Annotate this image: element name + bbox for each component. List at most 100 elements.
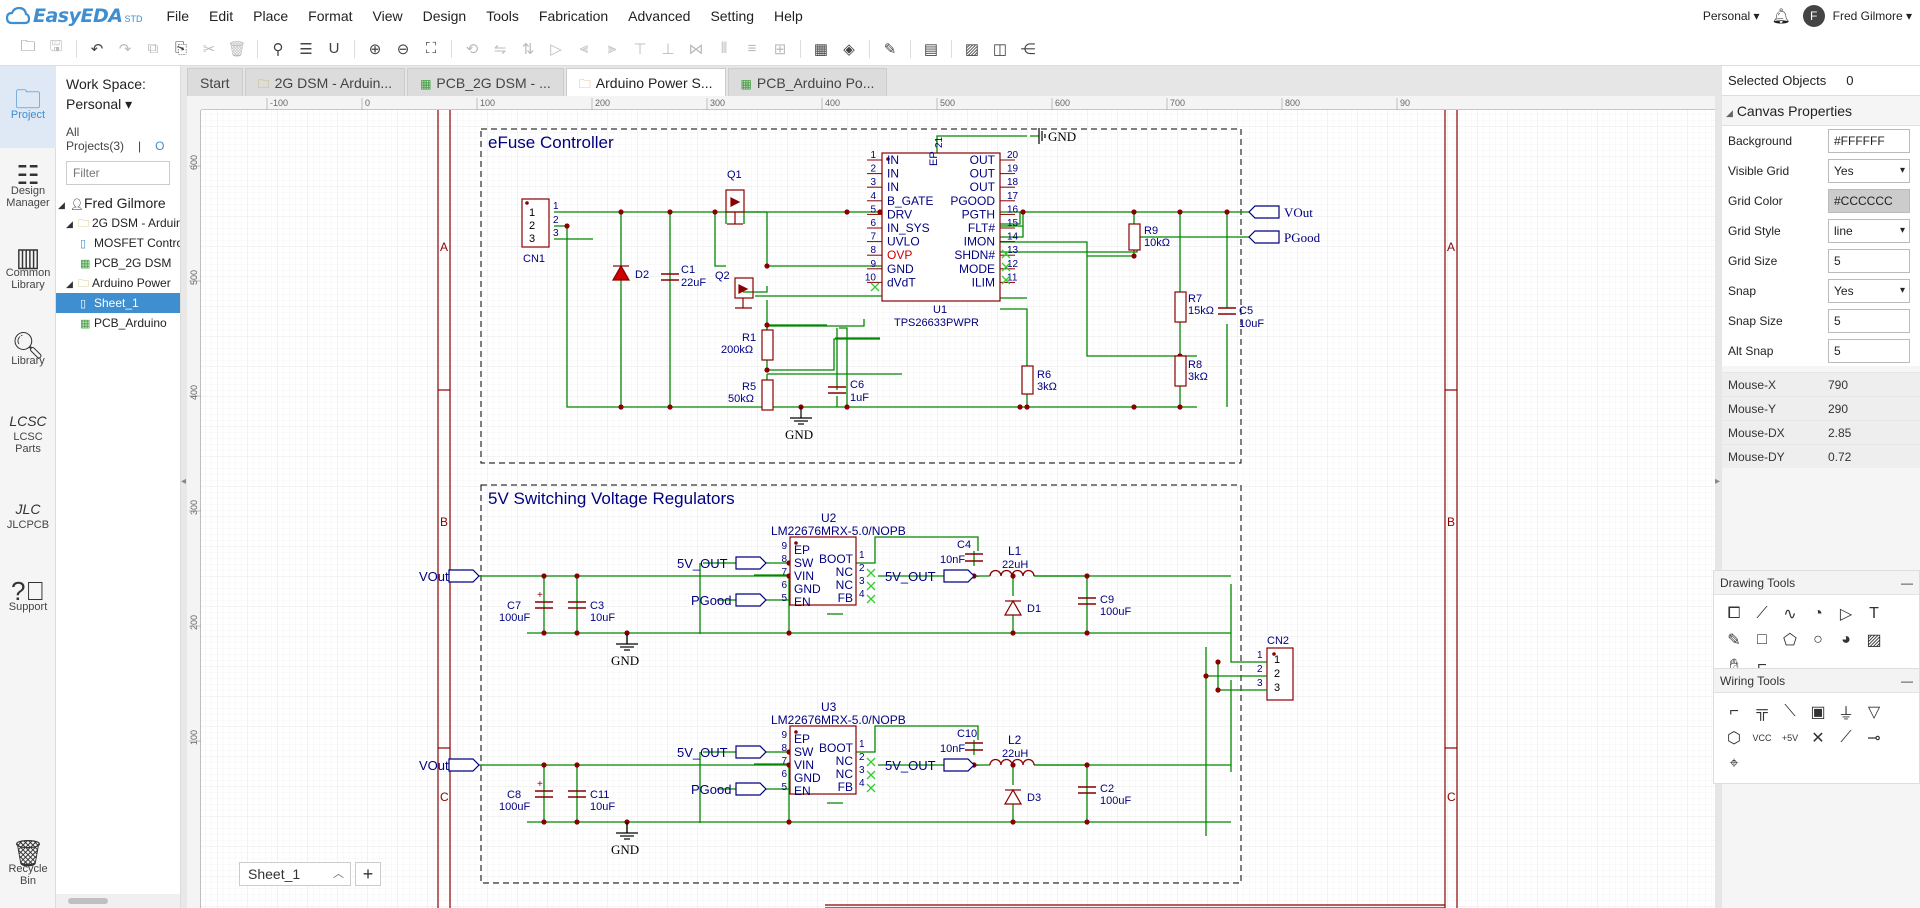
delete-icon[interactable]: 🗑︎ (223, 35, 251, 63)
nav-recycle-bin[interactable]: 🗑︎ Recycle Bin (0, 830, 56, 904)
ellipse-icon[interactable]: ○ (1804, 627, 1832, 653)
prop-value-2[interactable]: #CCCCCC (1828, 189, 1910, 213)
cut-icon[interactable]: ✂ (195, 35, 223, 63)
netlist-icon[interactable]: ✎ (876, 35, 904, 63)
pie-icon[interactable]: ◕ (1832, 627, 1860, 653)
menu-advanced[interactable]: Advanced (618, 0, 700, 32)
flip-h-icon[interactable]: ⇋ (486, 35, 514, 63)
arc-icon[interactable]: ◔ (1804, 601, 1832, 627)
image-icon[interactable]: ▨ (958, 35, 986, 63)
tree-project-arduino[interactable]: ◢ 🗀 Arduino Power (56, 273, 180, 293)
tree-sheet-1[interactable]: ▯ Sheet_1 (56, 293, 180, 313)
prop-value-1[interactable]: Yes ▾ (1828, 159, 1910, 183)
search-icon[interactable]: ⚲ (264, 35, 292, 63)
menu-setting[interactable]: Setting (700, 0, 764, 32)
nav-lcsc-parts[interactable]: LCSC LCSC Parts (0, 394, 56, 476)
tab-2g-dsm-arduino[interactable]: 🗀 2G DSM - Arduin... (244, 68, 406, 96)
text-format-icon[interactable]: U (320, 35, 348, 63)
bezier-icon[interactable]: ∿ (1776, 601, 1804, 627)
schematic-canvas[interactable]: -100 0 100 200 300 400 500 600 700 800 90 600 500 40… (187, 96, 1715, 908)
easyeda-logo[interactable]: EasyEDA STD (0, 0, 142, 32)
polyline-icon[interactable]: ⟋ (1748, 601, 1776, 627)
align-top-icon[interactable]: ⊤ (626, 35, 654, 63)
align-bottom-icon[interactable]: ⊥ (654, 35, 682, 63)
find-replace-icon[interactable]: ☰ (292, 35, 320, 63)
align-center-icon[interactable]: ⋈ (682, 35, 710, 63)
schematic-svg[interactable]: -100 0 100 200 300 400 500 600 700 800 90 600 500 40… (187, 96, 1715, 908)
nav-common-library[interactable]: ▥ Common Library (0, 230, 56, 312)
menu-edit[interactable]: Edit (199, 0, 243, 32)
avatar[interactable]: F (1802, 5, 1825, 27)
tab-pcb-arduino[interactable]: ▦ PCB_Arduino Po... (727, 68, 888, 96)
rectangle-icon[interactable]: □ (1748, 627, 1776, 653)
net-label-icon[interactable]: ▣ (1804, 699, 1832, 725)
duplicate-icon[interactable]: ⧉ (139, 35, 167, 63)
tree-pcb-arduino[interactable]: ▦ PCB_Arduino (56, 313, 180, 333)
more-link[interactable]: O (155, 139, 164, 153)
grid-align-icon[interactable]: ⊞ (766, 35, 794, 63)
open-icon[interactable]: 🗀 (14, 35, 42, 63)
layers-icon[interactable]: ◈ (835, 35, 863, 63)
mirror-icon[interactable]: ▷ (542, 35, 570, 63)
undo-icon[interactable]: ↶ (83, 35, 111, 63)
menu-help[interactable]: Help (764, 0, 813, 32)
prop-value-3[interactable]: line ▾ (1828, 219, 1910, 243)
ground-icon[interactable]: ⏚ (1832, 699, 1860, 725)
align-left-icon[interactable]: ⫷ (570, 35, 598, 63)
nav-library[interactable]: 🔍︎ Library (0, 312, 56, 394)
sheet-tab[interactable]: Sheet_1 ︿ (239, 862, 351, 886)
vcc-icon[interactable]: VCC (1748, 725, 1776, 751)
tab-arduino-power[interactable]: 🗀 Arduino Power S... (565, 68, 726, 96)
filter-input[interactable] (66, 161, 170, 185)
net-port-icon[interactable]: ⬡ (1720, 725, 1748, 751)
prop-value-4[interactable]: 5 (1828, 249, 1910, 273)
workspace-dropdown[interactable]: Personal ▾ (56, 92, 180, 113)
no-connect-icon[interactable]: ✕ (1804, 725, 1832, 751)
probe-icon[interactable]: ⟋ (1832, 725, 1860, 751)
bom-icon[interactable]: ▦ (807, 35, 835, 63)
prop-value-0[interactable]: #FFFFFF (1828, 129, 1910, 153)
tab-pcb-2g-dsm[interactable]: ▦ PCB_2G DSM - ... (407, 68, 564, 96)
polygon-icon[interactable]: ⬠ (1776, 627, 1804, 653)
document-icon[interactable]: ▤ (917, 35, 945, 63)
align-right-icon[interactable]: ⫸ (598, 35, 626, 63)
add-sheet-button[interactable]: + (355, 862, 381, 886)
share-icon[interactable]: ⋲ (1014, 35, 1042, 63)
all-projects[interactable]: All Projects(3) | O (56, 113, 180, 153)
wire-icon[interactable]: ⌐ (1720, 699, 1748, 725)
zoom-out-icon[interactable]: ⊖ (389, 35, 417, 63)
arrow-icon[interactable]: ▷ (1832, 601, 1860, 627)
save-icon[interactable]: 🖫 (42, 35, 70, 63)
bus-icon[interactable]: ╦ (1748, 699, 1776, 725)
bus-entry-icon[interactable]: ⧠ (1720, 601, 1748, 627)
tree-owner[interactable]: ◢ 👤︎Fred Gilmore (56, 193, 180, 213)
text-icon[interactable]: T (1860, 601, 1888, 627)
tree-pcb-2g-dsm[interactable]: ▦ PCB_2G DSM (56, 253, 180, 273)
menu-format[interactable]: Format (298, 0, 362, 32)
bus-line-icon[interactable]: ⟍ (1776, 699, 1804, 725)
freehand-icon[interactable]: ✎ (1720, 627, 1748, 653)
stack-icon[interactable]: ◫ (986, 35, 1014, 63)
junction-icon[interactable]: ⌖ (1720, 751, 1748, 777)
nav-design-manager[interactable]: ☷ Design Manager (0, 148, 56, 230)
redo-icon[interactable]: ↷ (111, 35, 139, 63)
menu-tools[interactable]: Tools (476, 0, 529, 32)
menu-place[interactable]: Place (243, 0, 298, 32)
distribute-h-icon[interactable]: ⦀ (710, 35, 738, 63)
nav-jlcpcb[interactable]: JLC JLCPCB (0, 476, 56, 558)
nav-project[interactable]: 🗀 Project (0, 66, 56, 148)
fit-view-icon[interactable]: ⛶ (417, 35, 445, 63)
flip-v-icon[interactable]: ⇅ (514, 35, 542, 63)
pin-icon[interactable]: ⊸ (1860, 725, 1888, 751)
tree-sheet-mosfet[interactable]: ▯ MOSFET Control (56, 233, 180, 253)
image-icon[interactable]: ▨ (1860, 627, 1888, 653)
gnd-port-icon[interactable]: ▽ (1860, 699, 1888, 725)
horizontal-scrollbar[interactable] (56, 894, 180, 908)
menu-file[interactable]: File (156, 0, 199, 32)
tab-start[interactable]: Start (187, 68, 243, 96)
prop-value-7[interactable]: 5 (1828, 339, 1910, 363)
workspace-selector[interactable]: Personal ▾ (1703, 9, 1760, 23)
copy-icon[interactable]: ⎘ (167, 35, 195, 63)
nav-support[interactable]: ?⃝ Support (0, 558, 56, 640)
tree-project-2g-dsm[interactable]: ◢ 🗀 2G DSM - Arduino (56, 213, 180, 233)
